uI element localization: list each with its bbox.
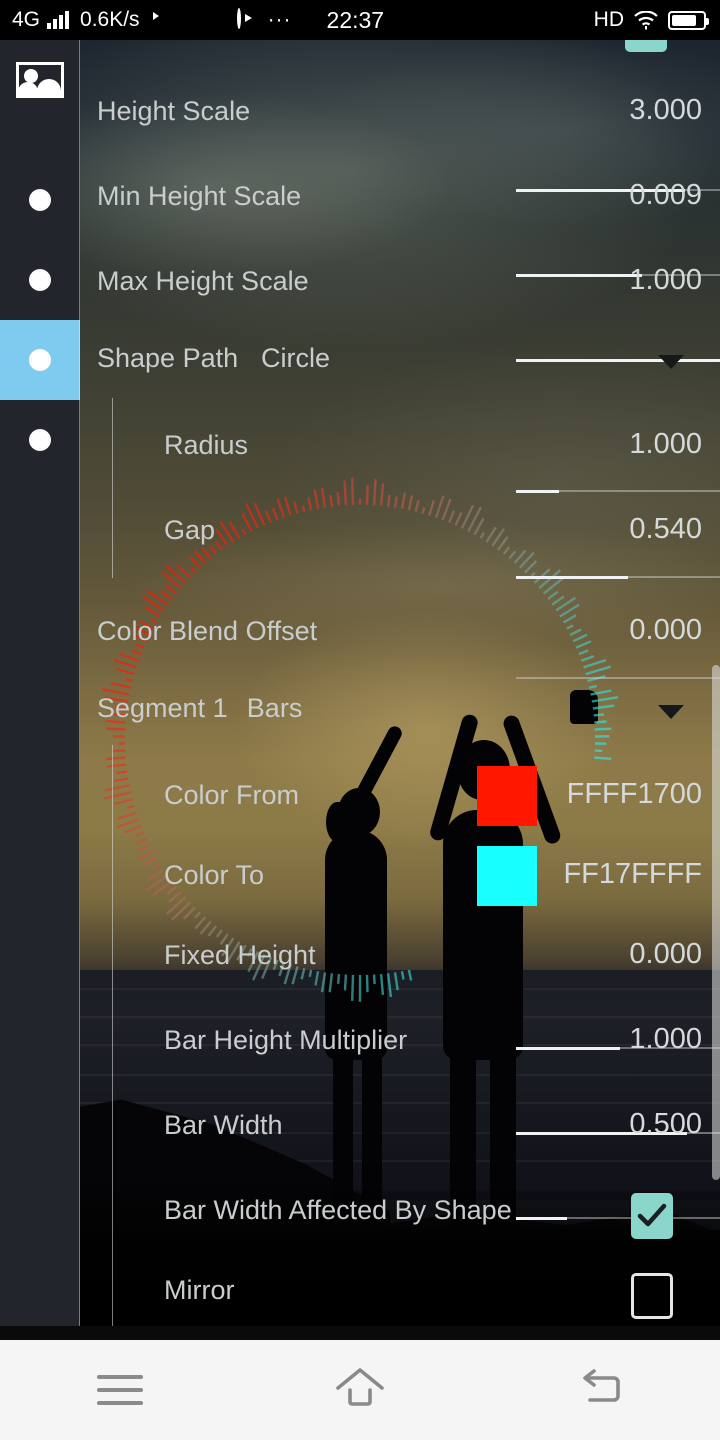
data-speed-label: 0.6K/s	[80, 8, 140, 31]
dot-icon	[29, 269, 51, 291]
app-icon	[209, 10, 231, 30]
system-navigation-bar	[0, 1340, 720, 1440]
sidebar-item-page-1[interactable]	[0, 160, 80, 240]
setting-label: Color Blend Offset	[97, 616, 318, 646]
slider-track	[516, 677, 720, 679]
play-circle-icon	[236, 8, 259, 30]
setting-value: 0.009	[629, 179, 702, 211]
vivo-app-icon: v	[178, 5, 184, 15]
setting-slider[interactable]	[516, 576, 720, 579]
setting-slider[interactable]	[516, 1217, 720, 1220]
setting-value: 0.000	[629, 938, 702, 970]
camera-icon	[153, 10, 175, 30]
phone-screen: 4G 0.6K/s v ··· 22:37 HD Height Scale 3.…	[0, 0, 720, 1440]
setting-value: 0.000	[629, 614, 702, 646]
signal-bars-icon	[47, 11, 70, 29]
color-swatch[interactable]	[477, 846, 537, 906]
vertical-scrollbar[interactable]	[712, 665, 720, 1180]
sidebar-item-page-3[interactable]	[0, 320, 80, 400]
left-sidebar	[0, 40, 80, 1340]
menu-icon	[97, 1375, 143, 1405]
dot-icon	[29, 429, 51, 451]
setting-value: FFFF1700	[566, 778, 702, 810]
sidebar-divider	[79, 40, 80, 1340]
sidebar-item-image-preview[interactable]	[0, 40, 80, 120]
setting-label: Max Height Scale	[97, 266, 309, 296]
back-icon	[576, 1366, 624, 1415]
back-button[interactable]	[540, 1340, 660, 1440]
setting-label: Shape Path	[97, 343, 239, 373]
indent-guide-segment	[112, 745, 113, 1340]
wifi-icon	[634, 10, 658, 30]
setting-label: Height Scale	[97, 96, 251, 126]
setting-value: 3.000	[629, 94, 702, 126]
color-swatch[interactable]	[477, 766, 537, 826]
setting-label: Bar Height Multiplier	[164, 1025, 408, 1055]
slider-fill	[516, 1217, 567, 1220]
chevron-down-icon[interactable]	[658, 355, 684, 369]
battery-icon	[668, 10, 709, 30]
setting-label: Fixed Height	[164, 940, 316, 970]
clock-label: 22:37	[326, 6, 385, 33]
network-type-label: 4G	[12, 8, 41, 31]
slider-fill	[516, 490, 559, 493]
hd-label: HD	[593, 8, 624, 31]
menu-button[interactable]	[60, 1340, 180, 1440]
setting-value: 1.000	[629, 264, 702, 296]
checkbox-checked[interactable]	[631, 1193, 673, 1239]
home-button[interactable]	[300, 1340, 420, 1440]
slider-fill	[516, 359, 720, 362]
setting-label: Bar Width Affected By Shape	[164, 1195, 512, 1225]
settings-panel[interactable]: Height Scale 3.000 Min Height Scale 0.009 Ma…	[80, 40, 720, 1340]
sidebar-item-page-2[interactable]	[0, 240, 80, 320]
sidebar-item-page-4[interactable]	[0, 400, 80, 480]
setting-value: FF17FFFF	[563, 858, 702, 890]
setting-value: 0.500	[629, 1108, 702, 1140]
setting-slider[interactable]	[516, 359, 720, 362]
setting-label: Min Height Scale	[97, 181, 302, 211]
checkbox-unchecked[interactable]	[631, 1273, 673, 1319]
setting-dropdown-value[interactable]: Bars	[247, 693, 303, 724]
setting-value: 1.000	[629, 428, 702, 460]
setting-value: 1.000	[629, 1023, 702, 1055]
nav-top-strip	[0, 1326, 720, 1340]
setting-label: Radius	[164, 430, 249, 460]
setting-label: Mirror	[164, 1275, 235, 1305]
setting-label: Color From	[164, 780, 300, 810]
dot-icon	[29, 349, 51, 371]
slider-fill	[516, 576, 629, 579]
indent-guide-shape	[112, 398, 113, 578]
dot-icon	[29, 189, 51, 211]
cut-off-checkbox-top[interactable]	[625, 40, 667, 52]
setting-label: Segment 1	[97, 693, 228, 723]
setting-label: Bar Width	[164, 1110, 283, 1140]
setting-slider[interactable]	[516, 677, 720, 680]
overflow-dots-icon: ···	[267, 8, 292, 31]
slider-fill	[516, 1047, 621, 1050]
status-bar: 4G 0.6K/s v ··· 22:37 HD	[0, 0, 720, 40]
setting-slider[interactable]	[516, 490, 720, 493]
setting-value: 0.540	[629, 513, 702, 545]
chevron-down-icon[interactable]	[658, 705, 684, 719]
image-icon	[16, 62, 64, 98]
setting-label: Gap	[164, 515, 216, 545]
setting-label: Color To	[164, 860, 265, 890]
slider-fill	[516, 274, 643, 277]
home-icon	[334, 1366, 386, 1415]
setting-dropdown-value[interactable]: Circle	[261, 343, 330, 374]
